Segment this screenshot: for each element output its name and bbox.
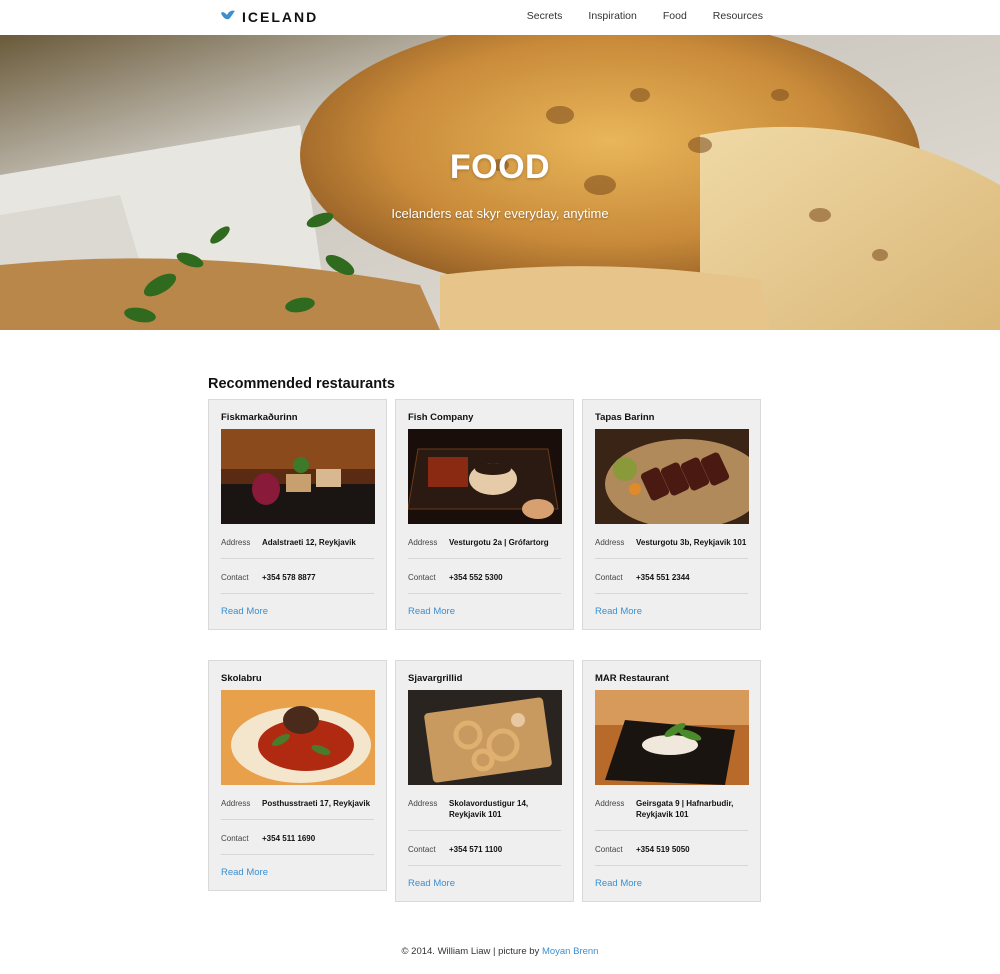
address-value: Skolavordustigur 14, Reykjavik 101 bbox=[449, 799, 529, 819]
address-row: Address Geirsgata 9 | Hafnarbudir, Reykj… bbox=[595, 785, 748, 831]
contact-row: Contact +354 511 1690 bbox=[221, 820, 374, 855]
restaurant-photo bbox=[221, 429, 375, 524]
address-row: Address Skolavordustigur 14, Reykjavik 1… bbox=[408, 785, 561, 831]
nav-link-inspiration[interactable]: Inspiration bbox=[588, 10, 636, 22]
address-row: Address Vesturgotu 3b, Reykjavik 101 bbox=[595, 524, 748, 559]
navbar: ICELAND Secrets Inspiration Food Resourc… bbox=[0, 0, 1000, 35]
address-row: Address Adalstraeti 12, Reykjavik bbox=[221, 524, 374, 559]
contact-row: Contact +354 552 5300 bbox=[408, 559, 561, 594]
restaurant-card: Sjavargrillid Address Skolavordustigur 1… bbox=[395, 660, 574, 902]
address-value: Adalstraeti 12, Reykjavik bbox=[262, 538, 356, 547]
contact-label: Contact bbox=[408, 573, 436, 582]
address-value: Geirsgata 9 | Hafnarbudir, Reykjavik 101 bbox=[636, 799, 734, 819]
address-label: Address bbox=[408, 538, 438, 547]
address-value: Posthusstraeti 17, Reykjavik bbox=[262, 799, 371, 808]
restaurant-card: MAR Restaurant Address Geirsgata 9 | Haf… bbox=[582, 660, 761, 902]
contact-label: Contact bbox=[221, 573, 249, 582]
contact-value: +354 571 1100 bbox=[449, 845, 503, 854]
contact-row: Contact +354 519 5050 bbox=[595, 831, 748, 866]
hero-title: FOOD bbox=[449, 148, 551, 186]
hero-subtitle: Icelanders eat skyr everyday, anytime bbox=[391, 206, 609, 221]
contact-row: Contact +354 551 2344 bbox=[595, 559, 748, 594]
restaurant-photo bbox=[595, 429, 749, 524]
read-more-link[interactable]: Read More bbox=[595, 606, 642, 617]
address-label: Address bbox=[595, 538, 625, 547]
address-label: Address bbox=[408, 799, 438, 808]
address-label: Address bbox=[221, 799, 251, 808]
read-more-link[interactable]: Read More bbox=[595, 878, 642, 889]
contact-label: Contact bbox=[408, 845, 436, 854]
restaurant-card: Skolabru Address Posthusstraeti 17, Reyk… bbox=[208, 660, 387, 891]
section-title: Recommended restaurants bbox=[208, 376, 395, 392]
restaurant-name: Sjavargrillid bbox=[408, 673, 463, 684]
contact-value: +354 551 2344 bbox=[636, 573, 690, 582]
restaurant-card: Fish Company Address Vesturgotu 2a | Gró… bbox=[395, 399, 574, 630]
contact-value: +354 519 5050 bbox=[636, 845, 690, 854]
address-label: Address bbox=[221, 538, 251, 547]
restaurant-photo bbox=[595, 690, 749, 785]
footer: © 2014. William Liaw | picture by Moyan … bbox=[0, 946, 1000, 957]
nav-links: Secrets Inspiration Food Resources bbox=[527, 10, 763, 22]
contact-row: Contact +354 578 8877 bbox=[221, 559, 374, 594]
brand[interactable]: ICELAND bbox=[220, 8, 318, 26]
contact-row: Contact +354 571 1100 bbox=[408, 831, 561, 866]
address-row: Address Posthusstraeti 17, Reykjavik bbox=[221, 785, 374, 820]
restaurant-card: Fiskmarkaðurinn Address Adalstraeti 12, … bbox=[208, 399, 387, 630]
restaurant-photo bbox=[408, 429, 562, 524]
restaurant-name: Fiskmarkaðurinn bbox=[221, 412, 298, 423]
nav-link-secrets[interactable]: Secrets bbox=[527, 10, 563, 22]
contact-label: Contact bbox=[595, 845, 623, 854]
address-value: Vesturgotu 2a | Grófartorg bbox=[449, 538, 549, 547]
restaurant-card: Tapas Barinn Address Vesturgotu 3b, Reyk… bbox=[582, 399, 761, 630]
restaurant-name: Skolabru bbox=[221, 673, 262, 684]
restaurant-name: Tapas Barinn bbox=[595, 412, 655, 423]
read-more-link[interactable]: Read More bbox=[408, 606, 455, 617]
contact-label: Contact bbox=[221, 834, 249, 843]
restaurant-photo bbox=[221, 690, 375, 785]
contact-value: +354 511 1690 bbox=[262, 834, 316, 843]
footer-text: © 2014. William Liaw | picture by bbox=[401, 946, 540, 957]
address-value: Vesturgotu 3b, Reykjavik 101 bbox=[636, 538, 747, 547]
read-more-link[interactable]: Read More bbox=[408, 878, 455, 889]
nav-link-resources[interactable]: Resources bbox=[713, 10, 763, 22]
hero-banner: FOOD Icelanders eat skyr everyday, anyti… bbox=[0, 35, 1000, 330]
footer-credit-link[interactable]: Moyan Brenn bbox=[542, 946, 599, 957]
read-more-link[interactable]: Read More bbox=[221, 867, 268, 878]
contact-value: +354 578 8877 bbox=[262, 573, 316, 582]
address-row: Address Vesturgotu 2a | Grófartorg bbox=[408, 524, 561, 559]
restaurant-name: Fish Company bbox=[408, 412, 474, 423]
bird-logo-icon bbox=[220, 8, 236, 26]
contact-label: Contact bbox=[595, 573, 623, 582]
brand-name: ICELAND bbox=[242, 9, 319, 25]
restaurant-name: MAR Restaurant bbox=[595, 673, 669, 684]
address-label: Address bbox=[595, 799, 625, 808]
read-more-link[interactable]: Read More bbox=[221, 606, 268, 617]
contact-value: +354 552 5300 bbox=[449, 573, 503, 582]
restaurant-photo bbox=[408, 690, 562, 785]
nav-link-food[interactable]: Food bbox=[663, 10, 687, 22]
